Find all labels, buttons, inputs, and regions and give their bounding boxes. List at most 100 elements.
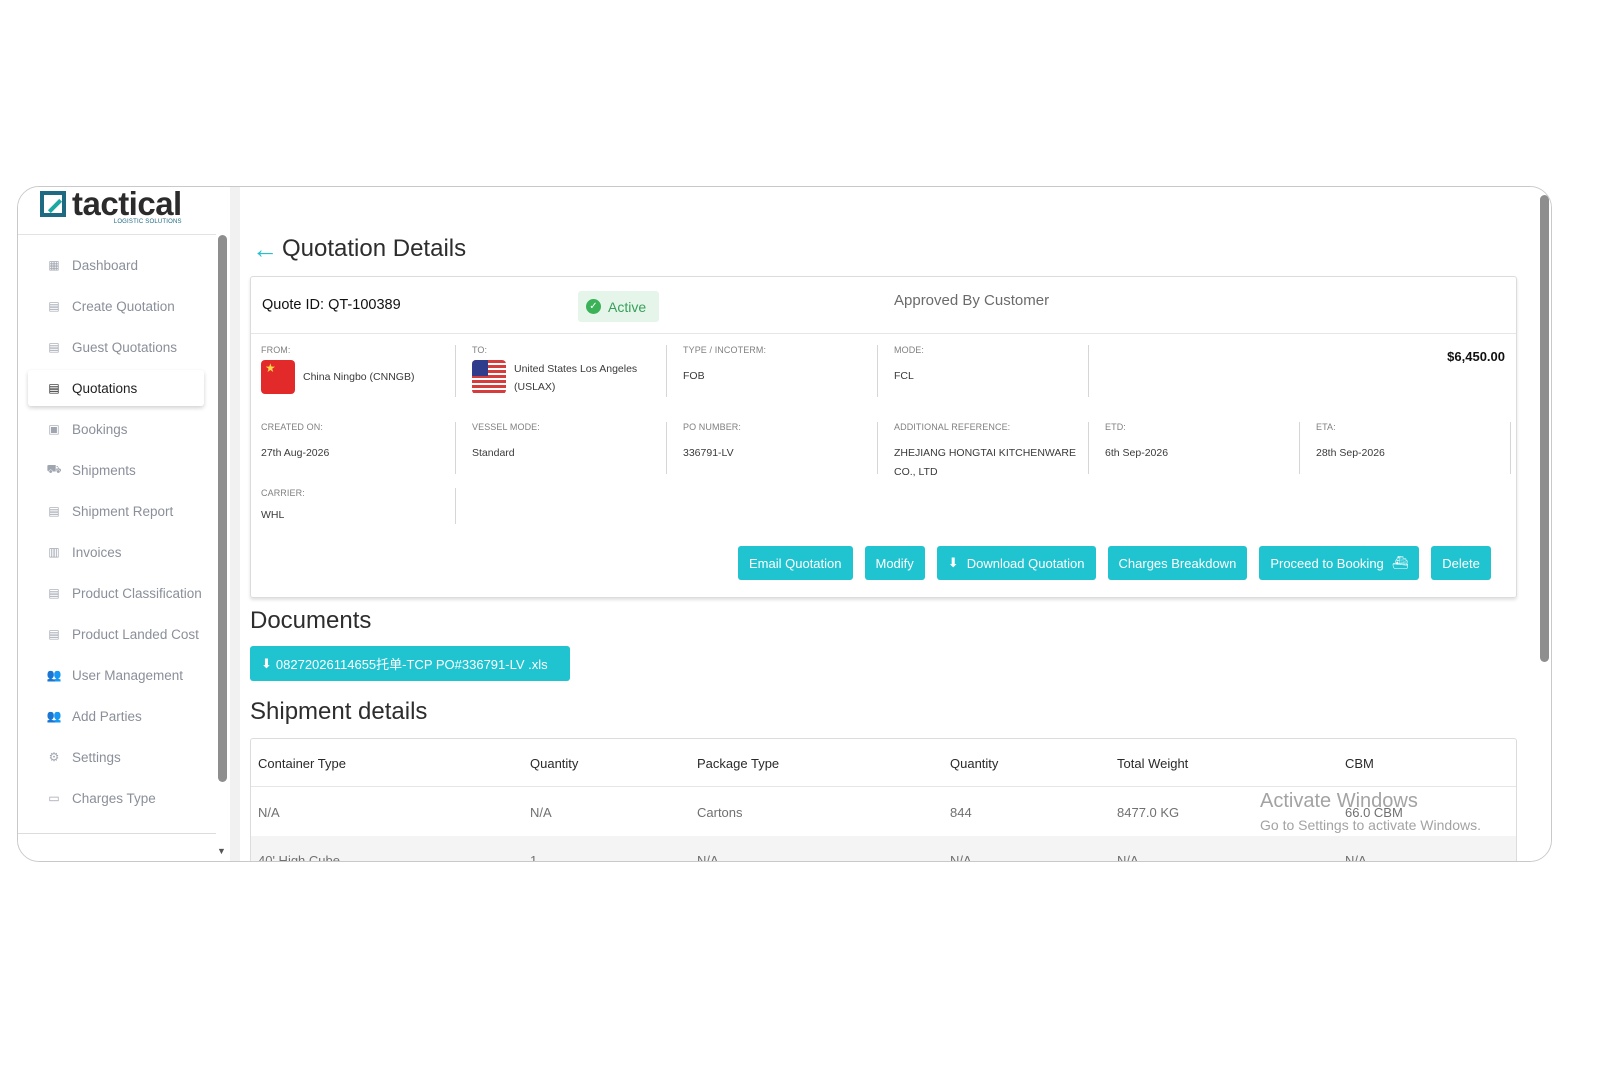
scroll-down-arrow-icon[interactable]: ▼ (217, 846, 226, 856)
sidebar-item-label: Shipment Report (72, 503, 174, 519)
table-cell: 40' High Cube (258, 852, 340, 862)
sidebar-item-product-landed-cost[interactable]: ▤ Product Landed Cost (28, 616, 208, 652)
field-value: 28th Sep-2026 (1316, 447, 1385, 459)
sidebar-item-user-management[interactable]: 👥 User Management (28, 657, 208, 693)
proceed-to-booking-label: Proceed to Booking (1270, 555, 1384, 571)
sidebar-item-label: Add Parties (72, 708, 142, 724)
file-icon: ▤ (48, 340, 60, 354)
field-value: FCL (894, 370, 914, 382)
to-location-line2: (USLAX) (514, 381, 556, 393)
check-circle-icon: ✓ (586, 299, 601, 314)
shipment-details-title: Shipment details (250, 698, 428, 725)
sidebar-item-create-quotation[interactable]: ▤ Create Quotation (28, 288, 208, 324)
sidebar-item-guest-quotations[interactable]: ▤ Guest Quotations (28, 329, 208, 365)
sidebar-item-settings[interactable]: ⚙ Settings (28, 739, 208, 775)
back-arrow-icon[interactable]: ← (252, 236, 278, 262)
ship-icon: ⛴ (1391, 555, 1409, 570)
table-cell: N/A (697, 852, 719, 862)
field-to: TO: United States Los Angeles (USLAX) (462, 345, 667, 397)
field-additional-reference: ADDITIONAL REFERENCE: ZHEJIANG HONGTAI K… (884, 422, 1089, 478)
field-from: FROM: ★ China Ningbo (CNNGB) (251, 345, 456, 397)
sidebar-gutter (230, 187, 240, 861)
field-label: FROM: (261, 345, 291, 355)
column-header: Package Type (697, 755, 780, 771)
quotation-card: Quote ID: QT-100389 ✓ Active Approved By… (250, 276, 1517, 598)
logo-mark-icon (40, 191, 66, 217)
sidebar-item-label: Invoices (72, 544, 122, 560)
approval-status: Approved By Customer (894, 292, 1050, 309)
download-icon: ⬇ (261, 655, 272, 671)
field-eta: ETA: 28th Sep-2026 (1306, 422, 1511, 474)
field-value: 6th Sep-2026 (1105, 447, 1169, 459)
page-title: Quotation Details (282, 235, 467, 262)
brand-name: tactical (72, 186, 182, 222)
field-value: 336791-LV (683, 447, 734, 459)
field-label: VESSEL MODE: (472, 422, 540, 432)
sidebar-item-label: Shipments (72, 462, 136, 478)
brand-logo[interactable]: tactical LOGISTIC SOLUTIONS (40, 187, 182, 233)
download-quotation-button[interactable]: ⬇ Download Quotation (936, 546, 1096, 580)
grid-icon: ▦ (48, 258, 60, 272)
sidebar-divider (18, 234, 230, 235)
sidebar-item-bookings[interactable]: ▣ Bookings (28, 411, 208, 447)
sidebar-item-label: Settings (72, 749, 121, 765)
column-header: CBM (1345, 755, 1374, 771)
watermark-subtitle: Go to Settings to activate Windows. (1260, 817, 1481, 833)
sidebar-item-label: Guest Quotations (72, 339, 178, 355)
sidebar-item-label: User Management (72, 667, 184, 683)
app-window: tactical LOGISTIC SOLUTIONS ▦ Dashboard ▤… (17, 186, 1552, 862)
users-icon: 👥 (46, 668, 62, 682)
sidebar-item-label: Dashboard (72, 257, 139, 273)
truck-icon: ⛟ (46, 462, 62, 476)
table-cell: 8477.0 KG (1117, 804, 1180, 820)
sidebar-item-label: Quotations (72, 380, 138, 396)
email-quotation-button[interactable]: Email Quotation (738, 546, 853, 580)
modify-button[interactable]: Modify (864, 546, 925, 580)
table-row[interactable]: 40' High Cube 1 N/A N/A N/A N/A (251, 836, 1516, 862)
field-value: FOB (683, 370, 705, 382)
field-label: TO: (472, 345, 488, 355)
sidebar-item-label: Charges Type (72, 790, 156, 806)
sidebar-item-quotations[interactable]: ▤ Quotations (28, 370, 204, 406)
field-carrier: CARRIER: WHL (251, 488, 456, 524)
sidebar-item-product-classification[interactable]: ▤ Product Classification (28, 575, 208, 611)
card-icon: ▭ (48, 791, 60, 805)
field-incoterm: TYPE / INCOTERM: FOB (673, 345, 878, 397)
reference-line2: CO., LTD (894, 466, 938, 478)
sidebar-item-shipments[interactable]: ⛟ Shipments (28, 452, 208, 488)
document-download-button[interactable]: ⬇ 08272026114655托单-TCP PO#336791-LV .xls (250, 646, 570, 681)
table-cell: N/A (530, 804, 552, 820)
file-icon: ▤ (48, 299, 60, 313)
charges-breakdown-button[interactable]: Charges Breakdown (1107, 546, 1248, 580)
to-location: United States Los Angeles (USLAX) (514, 360, 637, 396)
file-icon: ▤ (48, 586, 60, 600)
sidebar-nav: ▦ Dashboard ▤ Create Quotation ▤ Guest Quot… (28, 247, 208, 821)
field-value: 27th Aug-2026 (261, 447, 330, 459)
proceed-to-booking-button[interactable]: Proceed to Booking ⛴ (1259, 546, 1420, 580)
delete-button[interactable]: Delete (1431, 546, 1491, 580)
sidebar-item-invoices[interactable]: ▥ Invoices (28, 534, 208, 570)
sidebar-item-shipment-report[interactable]: ▤ Shipment Report (28, 493, 208, 529)
column-header: Quantity (950, 755, 999, 771)
gear-icon: ⚙ (48, 750, 60, 764)
field-label: CARRIER: (261, 488, 305, 498)
from-location: China Ningbo (CNNGB) (303, 371, 415, 383)
field-value: ZHEJIANG HONGTAI KITCHENWARE CO., LTD (894, 444, 1088, 482)
sidebar-item-dashboard[interactable]: ▦ Dashboard (28, 247, 208, 283)
users-cog-icon: 👥 (46, 709, 62, 723)
calendar-icon: ▣ (48, 422, 60, 436)
sidebar: tactical LOGISTIC SOLUTIONS ▦ Dashboard ▤… (18, 187, 230, 861)
field-po-number: PO NUMBER: 336791-LV (673, 422, 878, 474)
sidebar-item-charges-type[interactable]: ▭ Charges Type (28, 780, 208, 816)
to-location-line1: United States Los Angeles (514, 363, 638, 375)
sidebar-scrollbar-thumb[interactable] (218, 235, 227, 782)
status-text: Active (608, 298, 647, 315)
document-filename: 08272026114655托单-TCP PO#336791-LV .xls (275, 657, 548, 672)
table-cell: N/A (1345, 852, 1367, 862)
windows-activation-watermark: Activate Windows Go to Settings to activ… (1260, 790, 1481, 833)
documents-title: Documents (250, 607, 372, 634)
main-scrollbar-thumb[interactable] (1540, 195, 1549, 662)
sidebar-item-label: Product Classification (72, 585, 202, 601)
sidebar-item-add-parties[interactable]: 👥 Add Parties (28, 698, 208, 734)
field-label: ADDITIONAL REFERENCE: (894, 422, 1011, 432)
